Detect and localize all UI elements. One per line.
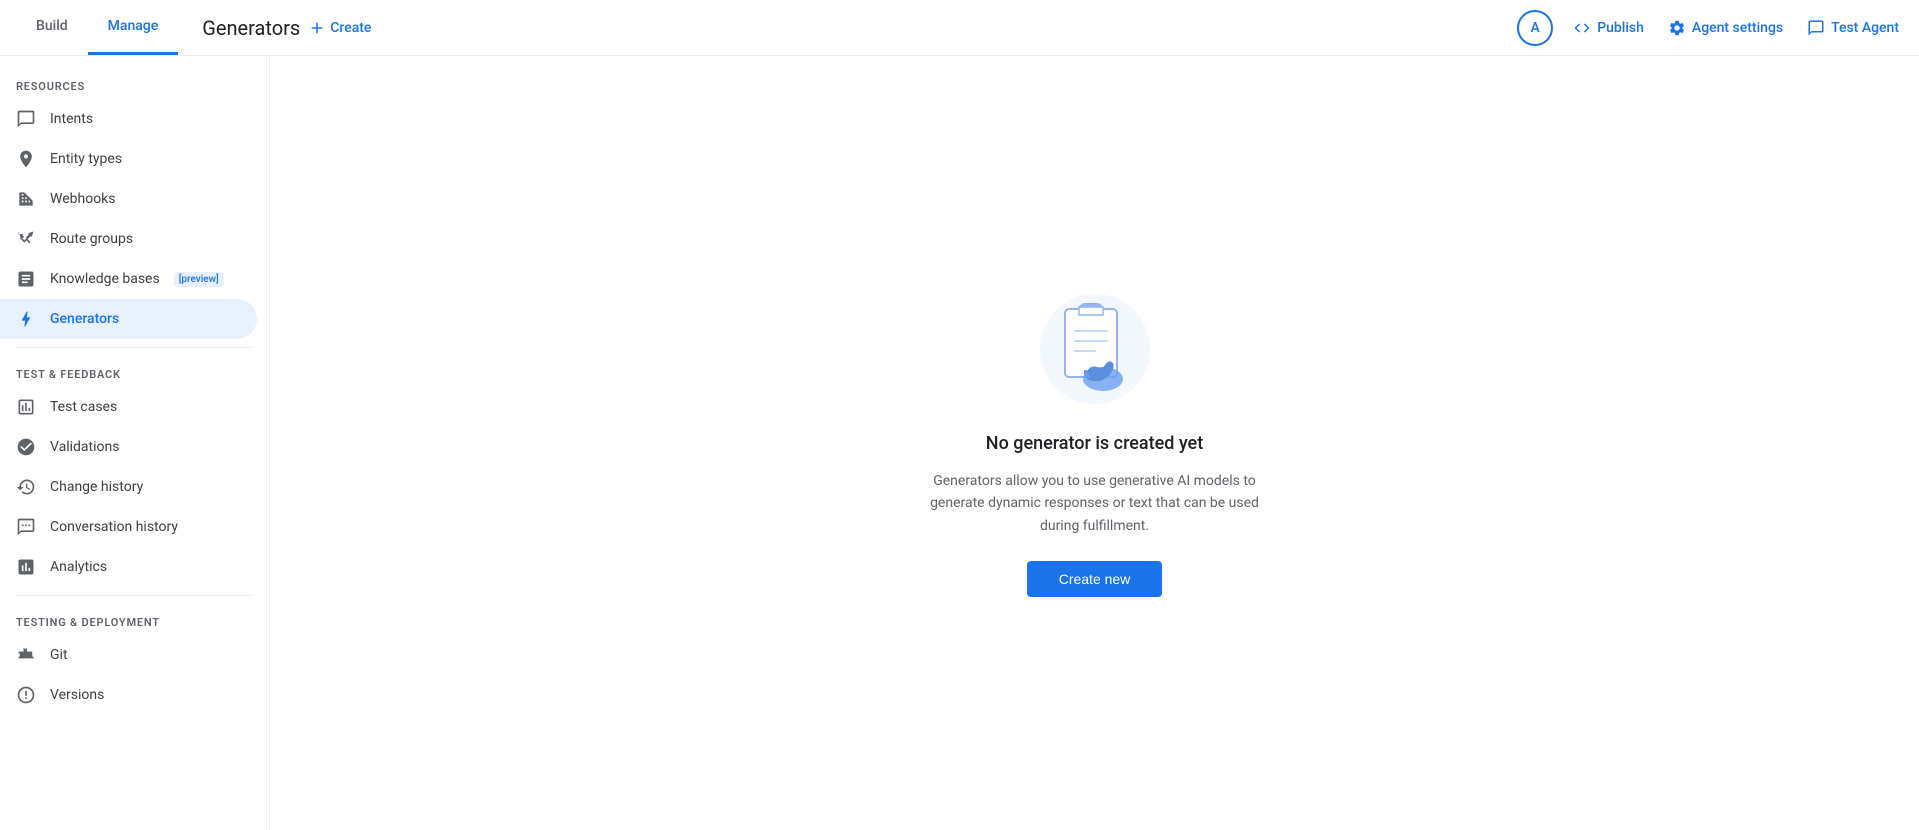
git-icon xyxy=(16,645,36,665)
sidebar-item-intents[interactable]: Intents xyxy=(0,99,257,139)
analytics-icon xyxy=(16,557,36,577)
sidebar-item-label: Change history xyxy=(50,479,143,495)
main-layout: RESOURCES Intents Entity types Webhooks xyxy=(0,56,1919,830)
agent-settings-btn[interactable]: Agent settings xyxy=(1664,11,1787,45)
sidebar-item-test-cases[interactable]: Test cases xyxy=(0,387,257,427)
sidebar-item-label: Analytics xyxy=(50,559,107,575)
test-agent-btn[interactable]: Test Agent xyxy=(1803,11,1903,45)
chat-bubble-icon xyxy=(16,109,36,129)
testing-deployment-section-label: TESTING & DEPLOYMENT xyxy=(0,604,269,635)
sidebar-item-knowledge-bases[interactable]: Knowledge bases [preview] xyxy=(0,259,257,299)
versions-icon xyxy=(16,685,36,705)
publish-btn[interactable]: Publish xyxy=(1569,11,1648,45)
webhook-icon xyxy=(16,189,36,209)
test-feedback-section-label: TEST & FEEDBACK xyxy=(0,356,269,387)
sidebar-item-label: Webhooks xyxy=(50,191,116,207)
test-agent-label: Test Agent xyxy=(1831,20,1899,36)
conversation-icon xyxy=(16,517,36,537)
chat-icon xyxy=(1807,19,1825,37)
top-nav: Build Manage Generators Create A Publish… xyxy=(0,0,1919,56)
sidebar-item-label: Validations xyxy=(50,439,119,455)
page-title: Generators xyxy=(202,16,300,40)
sidebar: RESOURCES Intents Entity types Webhooks xyxy=(0,56,270,830)
sidebar-item-entity-types[interactable]: Entity types xyxy=(0,139,257,179)
history-icon xyxy=(16,477,36,497)
sidebar-item-conversation-history[interactable]: Conversation history xyxy=(0,507,257,547)
sidebar-item-label: Versions xyxy=(50,687,104,703)
sidebar-item-validations[interactable]: Validations xyxy=(0,427,257,467)
tab-build[interactable]: Build xyxy=(16,0,88,55)
sidebar-item-analytics[interactable]: Analytics xyxy=(0,547,257,587)
avatar[interactable]: A xyxy=(1517,10,1553,46)
nav-tabs: Build Manage xyxy=(16,0,178,55)
plus-icon xyxy=(308,19,326,37)
empty-state-description: Generators allow you to use generative A… xyxy=(925,470,1265,537)
testcase-icon xyxy=(16,397,36,417)
empty-state-illustration xyxy=(1035,289,1155,409)
page-header: Generators Create xyxy=(178,16,1517,40)
sidebar-item-label: Entity types xyxy=(50,151,122,167)
route-icon xyxy=(16,229,36,249)
gear-icon xyxy=(1668,19,1686,37)
entity-icon xyxy=(16,149,36,169)
sidebar-item-label: Route groups xyxy=(50,231,133,247)
create-link[interactable]: Create xyxy=(308,19,371,37)
create-new-button[interactable]: Create new xyxy=(1027,561,1163,597)
main-content: No generator is created yet Generators a… xyxy=(270,56,1919,830)
agent-settings-label: Agent settings xyxy=(1692,20,1783,36)
code-icon xyxy=(1573,19,1591,37)
resources-section-label: RESOURCES xyxy=(0,68,269,99)
generator-icon xyxy=(16,309,36,329)
tab-manage[interactable]: Manage xyxy=(88,0,179,55)
sidebar-item-route-groups[interactable]: Route groups xyxy=(0,219,257,259)
sidebar-item-git[interactable]: Git xyxy=(0,635,257,675)
publish-label: Publish xyxy=(1597,20,1644,36)
sidebar-item-generators[interactable]: Generators xyxy=(0,299,257,339)
validation-icon xyxy=(16,437,36,457)
sidebar-item-webhooks[interactable]: Webhooks xyxy=(0,179,257,219)
sidebar-item-versions[interactable]: Versions xyxy=(0,675,257,715)
sidebar-item-label: Conversation history xyxy=(50,519,178,535)
create-link-label: Create xyxy=(330,20,371,36)
sidebar-item-change-history[interactable]: Change history xyxy=(0,467,257,507)
preview-badge: [preview] xyxy=(174,272,224,287)
top-nav-actions: A Publish Agent settings Test Agent xyxy=(1517,10,1903,46)
sidebar-item-label: Git xyxy=(50,647,68,663)
knowledge-icon xyxy=(16,269,36,289)
sidebar-divider-2 xyxy=(16,595,253,596)
empty-state-title: No generator is created yet xyxy=(986,433,1203,454)
sidebar-item-label: Knowledge bases xyxy=(50,271,160,287)
empty-state: No generator is created yet Generators a… xyxy=(885,249,1305,637)
sidebar-item-label: Intents xyxy=(50,111,93,127)
sidebar-item-label: Test cases xyxy=(50,399,117,415)
sidebar-divider xyxy=(16,347,253,348)
sidebar-item-label: Generators xyxy=(50,311,119,327)
